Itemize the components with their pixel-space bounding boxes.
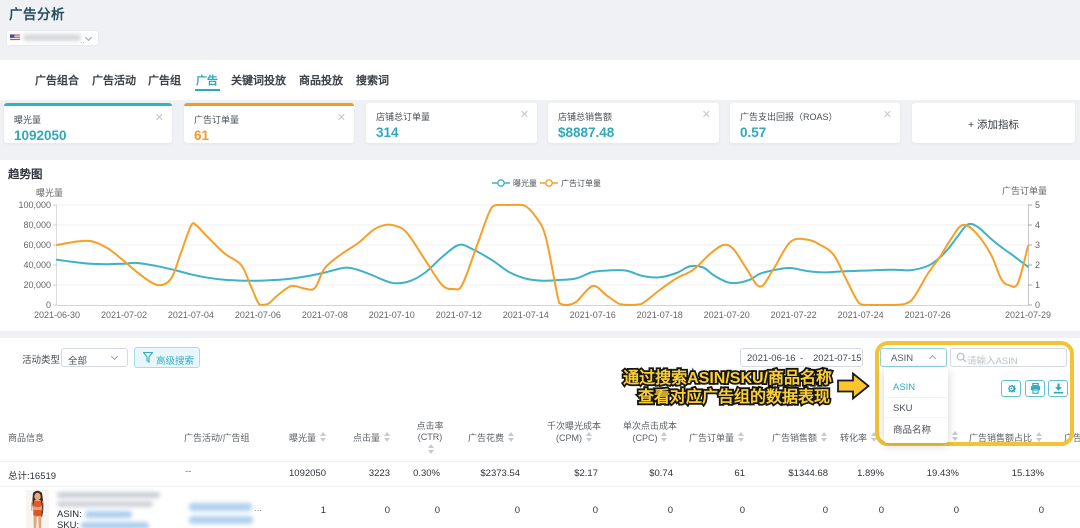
- svg-text:2021-07-16: 2021-07-16: [570, 310, 616, 320]
- svg-text:2021-07-02: 2021-07-02: [101, 310, 147, 320]
- svg-text:曝光量: 曝光量: [513, 178, 537, 188]
- svg-text:2021-07-24: 2021-07-24: [838, 310, 884, 320]
- svg-text:广告订单量: 广告订单量: [561, 178, 601, 188]
- svg-text:2021-07-04: 2021-07-04: [168, 310, 214, 320]
- svg-text:2021-07-08: 2021-07-08: [302, 310, 348, 320]
- svg-text:2021-07-14: 2021-07-14: [503, 310, 549, 320]
- svg-text:2021-07-10: 2021-07-10: [369, 310, 415, 320]
- svg-text:2021-07-06: 2021-07-06: [235, 310, 281, 320]
- svg-text:0: 0: [46, 300, 51, 310]
- svg-text:2021-06-30: 2021-06-30: [34, 310, 80, 320]
- svg-text:2021-07-22: 2021-07-22: [771, 310, 817, 320]
- svg-text:5: 5: [1035, 200, 1040, 210]
- svg-text:1: 1: [1035, 280, 1040, 290]
- svg-text:4: 4: [1035, 220, 1040, 230]
- svg-text:2021-07-29: 2021-07-29: [1005, 310, 1051, 320]
- svg-text:广告订单量: 广告订单量: [1002, 185, 1047, 196]
- svg-text:3: 3: [1035, 240, 1040, 250]
- svg-text:20,000: 20,000: [23, 280, 51, 290]
- svg-text:通过搜索ASIN/SKU/商品名称: 通过搜索ASIN/SKU/商品名称: [623, 368, 832, 387]
- svg-text:2021-07-18: 2021-07-18: [637, 310, 683, 320]
- svg-text:曝光量: 曝光量: [36, 187, 63, 198]
- svg-text:查看对应广告组的数据表现: 查看对应广告组的数据表现: [638, 387, 830, 406]
- svg-text:100,000: 100,000: [18, 200, 51, 210]
- svg-text:2: 2: [1035, 260, 1040, 270]
- svg-text:2021-07-12: 2021-07-12: [436, 310, 482, 320]
- svg-text:2021-07-26: 2021-07-26: [905, 310, 951, 320]
- svg-text:0: 0: [1035, 300, 1040, 310]
- svg-text:2021-07-20: 2021-07-20: [704, 310, 750, 320]
- svg-text:80,000: 80,000: [23, 220, 51, 230]
- svg-text:60,000: 60,000: [23, 240, 51, 250]
- svg-text:40,000: 40,000: [23, 260, 51, 270]
